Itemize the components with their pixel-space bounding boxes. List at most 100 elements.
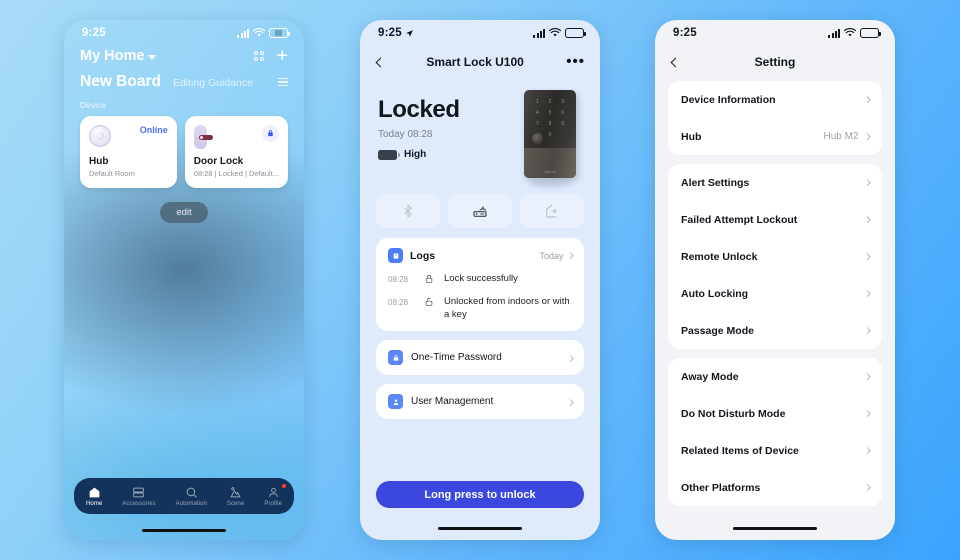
log-entry: 08:28 Lock successfully — [388, 273, 572, 286]
setting-row-device-information[interactable]: Device Information — [681, 81, 870, 118]
one-time-password-row[interactable]: One-Time Password — [376, 340, 584, 376]
home-name: My Home — [80, 48, 145, 64]
chevron-right-icon — [863, 179, 870, 186]
chevron-right-icon — [566, 252, 573, 259]
setting-row-remote-unlock[interactable]: Remote Unlock — [681, 238, 870, 275]
logs-range[interactable]: Today — [539, 250, 573, 261]
chevron-right-icon — [863, 290, 870, 297]
setting-row-other-platforms[interactable]: Other Platforms — [681, 469, 870, 506]
keypad-digit: 9 — [561, 121, 565, 127]
setting-row-related-items-of-device[interactable]: Related Items of Device — [681, 432, 870, 469]
chevron-right-icon — [863, 447, 870, 454]
tab-scene[interactable]: Scene — [227, 486, 245, 507]
keypad-digit: 1 — [535, 99, 539, 105]
setting-row-alert-settings[interactable]: Alert Settings — [681, 164, 870, 201]
lock-lower-panel: Aqara — [524, 148, 576, 178]
keypad-digit: 5 — [548, 110, 552, 116]
away-mode-button[interactable] — [520, 194, 584, 228]
logs-header: Logs Today — [388, 248, 573, 263]
logs-card[interactable]: Logs Today 08:28 Lock successfully 08:28… — [376, 34, 584, 332]
keypad-digit: 4 — [535, 110, 539, 116]
board-name[interactable]: New Board — [80, 73, 161, 91]
device-card-list: Online Hub Default Room Door Lock 08:28 … — [64, 110, 304, 188]
edit-button[interactable]: edit — [160, 202, 208, 223]
setting-row-away-mode[interactable]: Away Mode — [681, 358, 870, 395]
ellipsis-icon[interactable]: ••• — [566, 54, 585, 69]
long-press-unlock-button[interactable]: Long press to unlock — [376, 481, 584, 508]
settings-group-device: Device Information Hub Hub M2 — [668, 81, 882, 155]
tab-home[interactable]: Home — [86, 486, 102, 507]
lock-open-icon — [423, 296, 435, 307]
bluetooth-button[interactable] — [376, 194, 440, 228]
user-icon — [388, 394, 403, 410]
log-time: 08:28 — [388, 297, 409, 307]
hamburger-icon[interactable] — [278, 78, 288, 86]
hub-connection-button[interactable] — [448, 194, 512, 228]
device-card-top — [193, 125, 279, 151]
keypad-digit: 6 — [561, 110, 565, 116]
battery-level: 84 — [570, 28, 579, 37]
status-bar: 9:25 84 — [655, 20, 895, 46]
setting-value: Hub M2 — [823, 131, 859, 142]
user-management-row[interactable]: User Management — [376, 384, 584, 420]
chevron-right-icon — [863, 216, 870, 223]
logs-title: Logs — [410, 249, 436, 262]
cellular-bars-icon — [237, 28, 249, 38]
setting-row-do-not-disturb-mode[interactable]: Do Not Disturb Mode — [681, 395, 870, 432]
keypad-digit: 2 — [548, 99, 552, 105]
setting-row-hub[interactable]: Hub Hub M2 — [681, 118, 870, 155]
wifi-icon — [844, 28, 856, 37]
device-card-hub[interactable]: Online Hub Default Room — [80, 116, 177, 188]
editing-guidance-link[interactable]: Editing Guidance — [173, 77, 253, 89]
setting-row-passage-mode[interactable]: Passage Mode — [681, 312, 870, 349]
setting-label: Away Mode — [681, 370, 739, 383]
battery-icon — [378, 149, 400, 160]
tab-label: Automation — [175, 500, 207, 507]
cellular-bars-icon — [828, 28, 840, 38]
home-selector[interactable]: My Home — [80, 48, 157, 64]
wifi-icon — [253, 28, 265, 37]
device-name: Hub — [89, 156, 109, 167]
setting-row-auto-locking[interactable]: Auto Locking — [681, 275, 870, 312]
cellular-bars-icon — [533, 28, 545, 38]
status-time: 9:25 — [82, 27, 106, 39]
home-indicator — [733, 526, 817, 530]
setting-label: Remote Unlock — [681, 250, 758, 263]
setting-label: Passage Mode — [681, 324, 754, 337]
status-bar: 9:25 84 — [360, 20, 600, 46]
phone-settings-screen: 9:25 84 Setting Device Information Hub H… — [655, 20, 895, 540]
tab-accessories[interactable]: Accessories — [122, 486, 156, 507]
device-card-top: Online — [89, 125, 168, 151]
log-text: Unlocked from indoors or with a key — [444, 295, 570, 320]
tab-profile[interactable]: Profile — [264, 483, 287, 507]
status-time-text: 9:25 — [378, 27, 402, 39]
keypad-digit: 0 — [548, 132, 552, 138]
logs-range-label: Today — [539, 250, 564, 261]
status-indicators: 84 — [533, 28, 586, 38]
plus-icon[interactable]: + — [276, 46, 288, 66]
status-indicators: 84 — [237, 28, 290, 38]
keypad-digit: 7 — [535, 121, 539, 127]
device-shadow — [530, 180, 570, 187]
device-name: Door Lock — [193, 156, 244, 167]
tab-automation[interactable]: Automation — [176, 486, 207, 507]
logs-icon — [388, 248, 403, 263]
grid-dots-icon[interactable] — [253, 50, 265, 62]
lock-timestamp: Today 08:28 — [378, 129, 433, 140]
setting-label: Do Not Disturb Mode — [681, 407, 786, 420]
device-card-door-lock[interactable]: Door Lock 08:28 | Locked | Default... — [184, 116, 288, 188]
status-indicators: 84 — [828, 28, 881, 38]
device-status-online: Online — [139, 125, 168, 135]
battery-icon: 84 — [565, 28, 586, 38]
lock-closed-icon[interactable] — [262, 125, 279, 142]
chevron-left-icon[interactable] — [375, 57, 386, 67]
tab-label: Profile — [264, 500, 283, 507]
tab-label: Scene — [226, 500, 245, 507]
setting-row-failed-attempt-lockout[interactable]: Failed Attempt Lockout — [681, 201, 870, 238]
battery-level: 84 — [274, 28, 283, 37]
chevron-right-icon — [863, 253, 870, 260]
home-indicator — [142, 528, 226, 532]
chevron-right-icon — [863, 410, 870, 417]
brand-label: Aqara — [544, 170, 556, 174]
setting-label: Hub — [681, 130, 702, 143]
